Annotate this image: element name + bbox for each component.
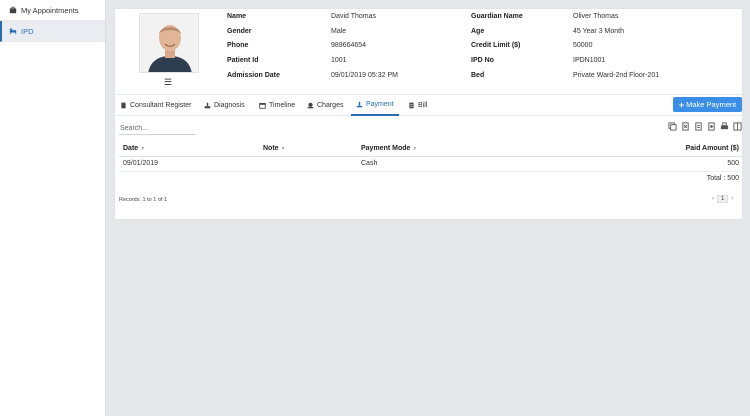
patient-info-labels-right: Guardian Name Age Credit Limit ($) IPD N… — [471, 9, 571, 82]
admission-label: Admission Date — [227, 71, 280, 79]
next-page-button[interactable]: › — [731, 196, 733, 202]
pdf-icon[interactable] — [707, 122, 716, 131]
age-label: Age — [471, 27, 485, 35]
bed-label: Bed — [471, 71, 485, 79]
amount-header-label: Paid Amount ($) — [685, 144, 739, 152]
plus-icon: + — [678, 99, 685, 110]
tab-payment[interactable]: Payment — [351, 95, 399, 116]
sidebar-item-my-appointments[interactable]: My Appointments — [0, 0, 105, 21]
patient-photo — [139, 13, 199, 73]
calendar-icon — [259, 102, 266, 109]
note-cell — [259, 156, 357, 172]
tab-label: Charges — [317, 102, 344, 109]
bill-icon — [409, 102, 414, 109]
tab-label: Bill — [418, 102, 428, 109]
age-value: 45 Year 3 Month — [573, 27, 624, 35]
ipd-label: IPD No — [471, 56, 494, 64]
records-info: Records: 1 to 1 of 1 — [119, 197, 167, 203]
credit-label: Credit Limit ($) — [471, 42, 521, 50]
patient-info-values-left: David Thomas Male 989664654 1001 09/01/2… — [331, 9, 461, 82]
page-number-button[interactable]: 1 — [717, 195, 729, 203]
name-value: David Thomas — [331, 12, 377, 20]
tab-charges[interactable]: Charges — [307, 95, 343, 116]
tab-label: Payment — [366, 101, 394, 108]
sidebar-item-label: IPD — [21, 26, 34, 36]
patient-id-value: 1001 — [331, 56, 347, 64]
tab-label: Diagnosis — [214, 102, 245, 109]
tab-bill[interactable]: Bill — [408, 95, 427, 116]
guardian-label: Guardian Name — [471, 12, 523, 20]
copy-icon[interactable] — [668, 122, 677, 131]
tab-label: Timeline — [269, 102, 296, 109]
table-header-row: Date ▼ Note ▼ Payment Mode ▼ Paid Amount ($… — [119, 141, 743, 157]
name-label: Name — [227, 12, 247, 20]
gender-label: Gender — [227, 27, 252, 35]
avatar — [140, 14, 198, 72]
sort-icon: ▼ — [412, 145, 418, 152]
guardian-value: Oliver Thomas — [573, 12, 619, 20]
payment-icon — [356, 101, 363, 108]
clipboard-icon — [121, 102, 126, 109]
phone-value: 989664654 — [331, 42, 367, 50]
make-payment-label: Make Payment — [686, 100, 737, 109]
columns-icon[interactable] — [733, 122, 742, 131]
credit-value: 50000 — [573, 42, 593, 50]
charges-icon — [307, 102, 314, 109]
patient-info-values-right: Oliver Thomas 45 Year 3 Month 50000 IPDN… — [573, 9, 738, 82]
sidebar-item-ipd[interactable]: IPD — [0, 21, 105, 42]
patient-info-labels-left: Name Gender Phone Patient Id Admission D… — [227, 9, 337, 82]
tab-bar: Consultant Register Diagnosis Timeline C… — [115, 94, 744, 116]
note-header-label: Note — [263, 144, 279, 152]
paid-amount-column-header[interactable]: Paid Amount ($) — [557, 141, 743, 157]
pagination: ‹ 1 › — [712, 195, 733, 203]
tab-timeline[interactable]: Timeline — [259, 95, 295, 116]
patient-panel: ☰ Name Gender Phone Patient Id Admission… — [114, 8, 744, 220]
make-payment-button[interactable]: + Make Payment — [673, 97, 742, 112]
bed-value: Private Ward-2nd Floor-201 — [573, 71, 660, 79]
bed-icon — [9, 28, 17, 35]
date-cell: 09/01/2019 — [119, 156, 259, 172]
note-column-header[interactable]: Note ▼ — [259, 141, 357, 157]
sidebar: My Appointments IPD — [0, 0, 106, 416]
tab-diagnosis[interactable]: Diagnosis — [204, 95, 245, 116]
sidebar-item-label: My Appointments — [21, 5, 79, 15]
briefcase-icon — [9, 6, 17, 14]
ipd-value: IPDN1001 — [573, 56, 606, 64]
diagnosis-icon — [204, 102, 211, 109]
print-icon[interactable] — [720, 122, 729, 131]
admission-value: 09/01/2019 05:32 PM — [331, 71, 398, 79]
phone-label: Phone — [227, 42, 249, 50]
payment-mode-column-header[interactable]: Payment Mode ▼ — [357, 141, 557, 157]
search-input[interactable] — [119, 122, 196, 135]
date-column-header[interactable]: Date ▼ — [119, 141, 259, 157]
sort-icon: ▼ — [140, 145, 146, 152]
total-row: Total : 500 — [119, 171, 743, 186]
excel-icon[interactable] — [681, 122, 690, 131]
paid-amount-cell: 500 — [557, 156, 743, 172]
mode-header-label: Payment Mode — [361, 144, 411, 152]
table-toolbar — [668, 122, 742, 131]
tab-consultant-register[interactable]: Consultant Register — [120, 95, 191, 116]
date-header-label: Date — [123, 144, 139, 152]
tab-label: Consultant Register — [130, 102, 192, 109]
sort-icon: ▼ — [280, 145, 286, 152]
payments-table: Date ▼ Note ▼ Payment Mode ▼ Paid Amount ($… — [119, 141, 743, 186]
patient-id-label: Patient Id — [227, 56, 259, 64]
prev-page-button[interactable]: ‹ — [712, 196, 714, 202]
gender-value: Male — [331, 27, 347, 35]
payment-mode-cell: Cash — [357, 156, 557, 172]
csv-icon[interactable] — [694, 122, 703, 131]
table-row: 09/01/2019 Cash 500 — [119, 156, 743, 172]
hamburger-menu-icon[interactable]: ☰ — [164, 77, 172, 88]
total-amount: Total : 500 — [706, 175, 739, 183]
